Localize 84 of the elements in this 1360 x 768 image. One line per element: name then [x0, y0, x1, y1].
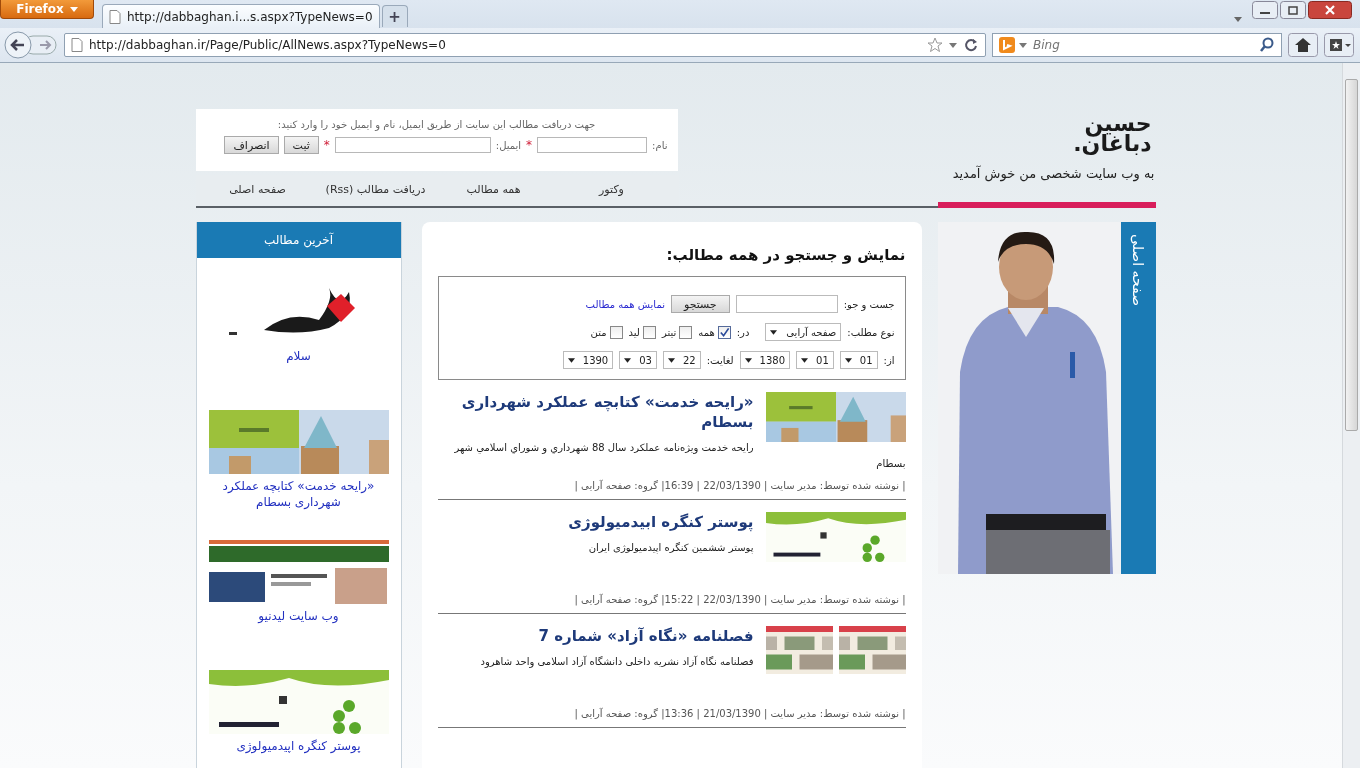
- sidebar-title: آخرین مطالب: [196, 222, 401, 258]
- star-icon[interactable]: [927, 37, 943, 53]
- form-button[interactable]: انصراف: [224, 136, 279, 154]
- page-icon: [109, 9, 121, 24]
- date-dropdown[interactable]: 01: [839, 351, 878, 369]
- new-tab-button[interactable]: +: [381, 5, 408, 27]
- newsletter-prompt: جهت دریافت مطالب این سایت از طریق ایمیل، نام و ایمیل خود را وارد کنید:: [276, 119, 597, 130]
- article-link[interactable]: «رایحه خدمت» کتابچه عملکرد شهرداری بسطام: [213, 478, 384, 510]
- close-icon[interactable]: [1308, 1, 1352, 19]
- section-title: نمایش و جستجو در همه مطالب:: [665, 246, 906, 264]
- checkbox-label: متن: [590, 326, 607, 338]
- side-tab[interactable]: صفحه اصلی: [1120, 222, 1156, 574]
- home-icon[interactable]: [1288, 33, 1318, 57]
- field-label: در:: [736, 326, 750, 338]
- checkbox-label: تیتر: [661, 326, 677, 338]
- caret-icon: [770, 329, 778, 335]
- required-mark: *: [526, 138, 533, 152]
- article-summary: پوستر ششمین کنگره اپیدمیولوژی ایران: [587, 541, 755, 556]
- field-label: لغایت:: [706, 354, 734, 366]
- caret-icon: [69, 6, 78, 12]
- caret-icon: [667, 357, 675, 363]
- checkbox[interactable]: [609, 325, 623, 339]
- form-button[interactable]: ثبت: [283, 136, 319, 154]
- back-forward-icon[interactable]: [4, 31, 58, 59]
- checkbox-label: لید: [628, 326, 640, 338]
- checkbox[interactable]: [679, 325, 693, 339]
- article-meta: | نوشته شده توسط: مدیر سایت | 21/03/1390 | 13:36| گروه: صفحه آرایی |: [573, 706, 906, 719]
- article-title[interactable]: «رایحه خدمت» کتابچه عملکرد شهرداری بسطام: [437, 392, 906, 432]
- welcome-text: به وب سایت شخصی من خوش آمدید: [951, 164, 1156, 184]
- nav-link[interactable]: دریافت مطالب (Rss): [316, 175, 435, 205]
- search-field[interactable]: Bing: [992, 33, 1282, 57]
- article-summary: فصلنامه نگاه آزاد نشریه داخلی دانشگاه آزاد اسلامی واحد شاهرود: [479, 654, 755, 670]
- dropdown-icon[interactable]: [949, 42, 957, 48]
- restore-icon[interactable]: [1280, 1, 1306, 19]
- field-label: از:: [883, 354, 895, 366]
- caret-icon: [744, 357, 752, 363]
- minimize-icon[interactable]: [1252, 1, 1278, 19]
- date-dropdown[interactable]: 22: [662, 351, 701, 369]
- caret-icon: [567, 357, 575, 363]
- browser-tab[interactable]: http://dabbaghan.i...s.aspx?TypeNews=0: [102, 4, 380, 28]
- article-link[interactable]: پوستر کنگره اپیدمیولوژی: [213, 738, 384, 754]
- article-title[interactable]: پوستر کنگره ابیدمیولوژی: [437, 512, 906, 532]
- input-field[interactable]: [537, 137, 648, 153]
- field-label: نام:: [652, 139, 668, 151]
- article-link[interactable]: سلام: [213, 348, 384, 364]
- bing-logo-icon: [999, 37, 1015, 53]
- nav-link[interactable]: صفحه اصلی: [198, 175, 317, 205]
- field-label: ایمیل:: [495, 139, 522, 151]
- date-dropdown[interactable]: 01: [796, 351, 834, 369]
- bookmarks-icon[interactable]: [1324, 33, 1354, 57]
- checkbox[interactable]: [717, 325, 731, 339]
- input-field[interactable]: [334, 137, 491, 153]
- field-label: جست و جو:: [843, 298, 895, 310]
- article-meta: | نوشته شده توسط: مدیر سایت | 22/03/1390 | 16:39| گروه: صفحه آرایی |: [573, 478, 906, 491]
- type-dropdown[interactable]: صفحه آرایی: [765, 323, 842, 341]
- dropdown-icon[interactable]: [1019, 42, 1027, 48]
- article-link[interactable]: وب سایت لیدنیو: [213, 608, 384, 624]
- tab-list-icon[interactable]: [1234, 17, 1242, 22]
- article-meta: | نوشته شده توسط: مدیر سایت | 22/03/1390 | 15:22| گروه: صفحه آرایی |: [573, 592, 906, 605]
- address-bar[interactable]: http://dabbaghan.ir/Page/Public/AllNews.aspx?TypeNews=0: [64, 33, 986, 57]
- search-button[interactable]: جستجو: [670, 295, 730, 313]
- tab-title: http://dabbaghan.i...s.aspx?TypeNews=0: [127, 9, 373, 24]
- search-icon[interactable]: [1259, 37, 1275, 53]
- caret-icon: [801, 357, 809, 363]
- date-dropdown[interactable]: 03: [619, 351, 657, 369]
- reload-icon[interactable]: [963, 37, 979, 53]
- scrollbar[interactable]: [1342, 63, 1360, 768]
- article-title[interactable]: فصلنامه «نگاه آزاد» شماره 7: [437, 626, 906, 646]
- url-text: http://dabbaghan.ir/Page/Public/AllNews.aspx?TypeNews=0: [89, 38, 446, 52]
- required-mark: *: [323, 138, 330, 152]
- article-summary: رایحه خدمت ویژه‌نامه عملکرد سال 88 شهرداري و شوراي اسلامي شهر بسطام: [453, 441, 906, 471]
- date-dropdown[interactable]: 1390: [562, 351, 614, 369]
- site-logo[interactable]: حسین دباغان.: [1073, 114, 1156, 162]
- caret-icon: [624, 357, 632, 363]
- nav-link[interactable]: وکتور: [552, 175, 671, 205]
- caret-icon: [844, 357, 852, 363]
- field-label: نوع مطلب:: [847, 326, 895, 338]
- page-icon: [71, 38, 83, 52]
- checkbox[interactable]: [642, 325, 656, 339]
- search-input[interactable]: [735, 295, 838, 313]
- nav-link[interactable]: همه مطالب: [434, 175, 553, 205]
- checkbox-label: همه: [698, 326, 715, 338]
- date-dropdown[interactable]: 1380: [739, 351, 791, 369]
- show-all-link[interactable]: نمایش همه مطالب: [585, 298, 665, 310]
